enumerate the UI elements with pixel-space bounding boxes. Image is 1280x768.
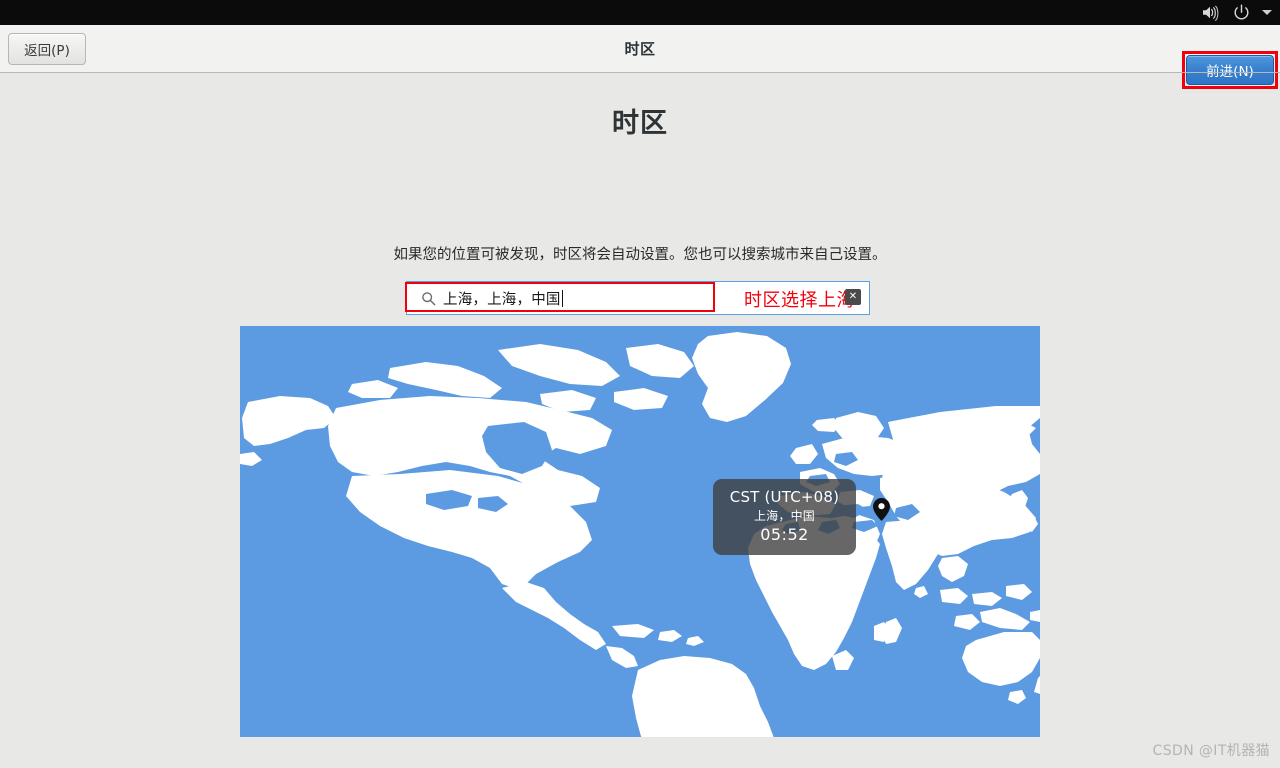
page-title: 时区 xyxy=(612,108,668,139)
tooltip-timezone: CST (UTC+08) xyxy=(729,488,840,506)
text-caret xyxy=(561,289,563,307)
search-icon xyxy=(421,291,436,306)
world-map-landmass xyxy=(240,332,1040,737)
chevron-down-icon[interactable] xyxy=(1262,10,1272,15)
world-map[interactable] xyxy=(240,326,1040,737)
tooltip-time: 05:52 xyxy=(760,525,809,544)
timezone-tooltip: CST (UTC+08) 上海，中国 05:52 xyxy=(713,479,856,555)
search-input[interactable]: 上海，上海，中国 xyxy=(443,288,561,309)
clear-icon[interactable]: ✕ xyxy=(845,289,861,305)
volume-icon[interactable] xyxy=(1200,3,1219,22)
watermark: CSDN @IT机器猫 xyxy=(1152,743,1270,759)
system-status-bar xyxy=(0,0,1280,25)
system-tray xyxy=(1200,3,1272,22)
header-title: 时区 xyxy=(624,40,656,58)
forward-button[interactable]: 前进(N) xyxy=(1186,55,1274,85)
annotation-text-timezone: 时区选择上海 xyxy=(744,290,855,311)
page-description: 如果您的位置可被发现，时区将会自动设置。您也可以搜索城市来自己设置。 xyxy=(393,247,887,263)
power-icon[interactable] xyxy=(1232,3,1251,22)
search-input-area[interactable]: 上海，上海，中国 xyxy=(407,282,713,314)
tooltip-city: 上海，中国 xyxy=(753,509,815,523)
window-header: 返回(P) 时区 前进(N) xyxy=(0,25,1280,89)
location-pin-icon xyxy=(873,498,890,521)
